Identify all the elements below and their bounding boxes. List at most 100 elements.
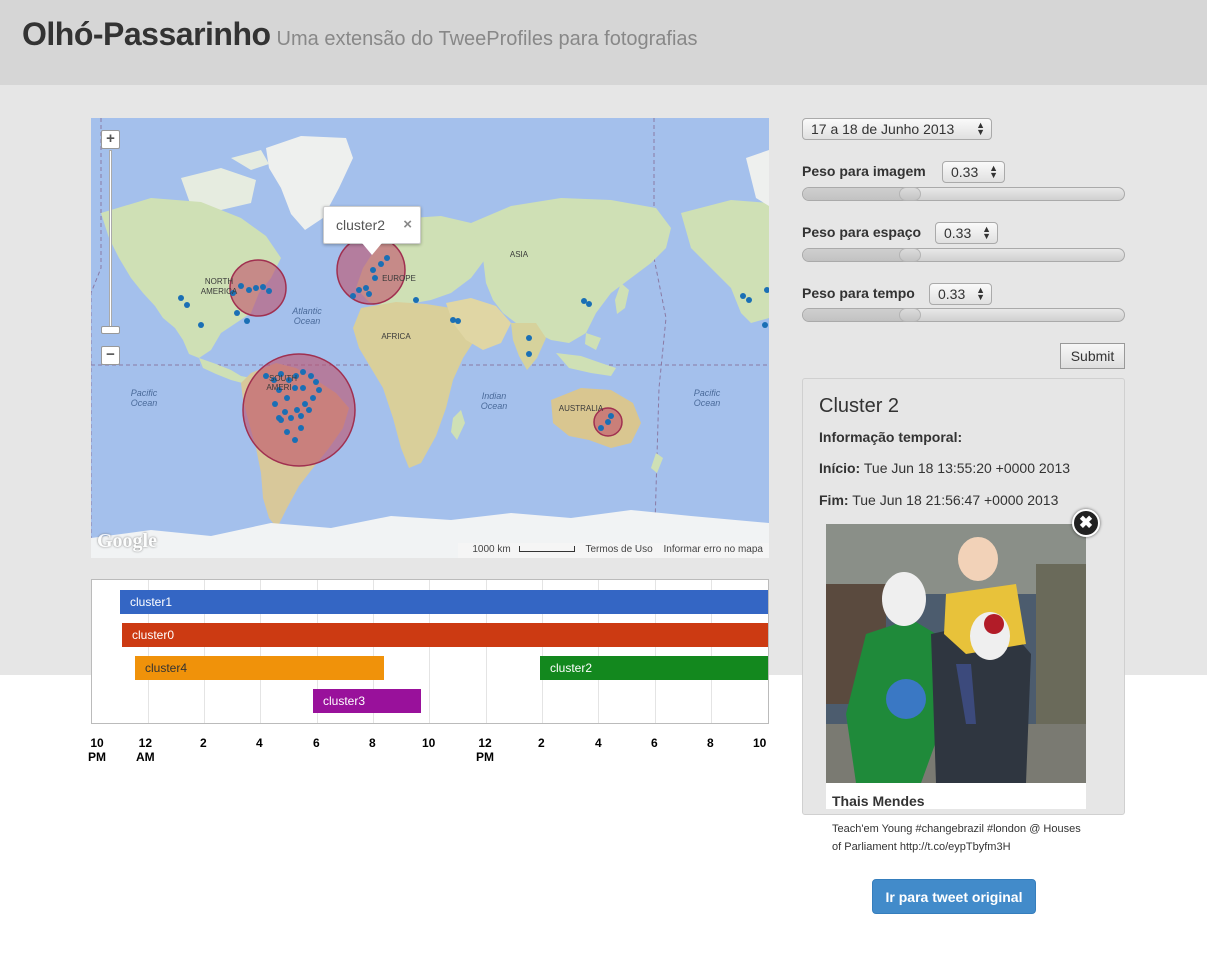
timeline-tick: 10 (753, 736, 767, 750)
label-australia: AUSTRALIA (559, 404, 604, 413)
timeline-bar-cluster1[interactable]: cluster1 (120, 590, 768, 614)
map-info-popup: cluster2 × (323, 206, 421, 255)
tweet-photo-image (826, 524, 1086, 783)
submit-button[interactable]: Submit (1060, 343, 1125, 369)
label-pacific-left-2: Ocean (131, 398, 158, 408)
popup-label: cluster2 (336, 217, 386, 233)
label-pacific-left-1: Pacific (131, 388, 158, 398)
select-arrows-icon: ▲ ▼ (976, 120, 985, 137)
app-subtitle: Uma extensão do TweeProfiles para fotogr… (276, 28, 698, 50)
land-central-america (199, 358, 251, 384)
open-original-tweet-button[interactable]: Ir para tweet original (872, 879, 1036, 914)
select-arrows-icon: ▲ ▼ (989, 163, 998, 180)
land-arctic-islands (181, 150, 269, 210)
timeline-tick: 6 (651, 736, 658, 750)
timeline-tick: 2 (200, 736, 207, 750)
zoom-slider-track[interactable] (109, 150, 112, 330)
timeline-tick: 12 PM (476, 736, 494, 764)
timeline-tick: 6 (313, 736, 320, 750)
label-atlantic-1: Atlantic (291, 306, 322, 316)
cluster-start-row: Início: Tue Jun 18 13:55:20 +0000 2013 (819, 460, 1070, 476)
timeline-tick: 10 PM (88, 736, 106, 764)
label-south-america-2: AMERI (266, 383, 291, 392)
zoom-slider-thumb[interactable] (101, 326, 120, 334)
slider-thumb[interactable] (899, 248, 921, 262)
zoom-control: + − (101, 130, 121, 370)
map-scale-label: 1000 km (472, 544, 511, 555)
google-logo: Google (97, 530, 157, 552)
label-asia: ASIA (510, 250, 529, 259)
timeline-tick: 12 AM (136, 736, 155, 764)
popup-close-icon[interactable]: × (403, 216, 412, 233)
label-europe: EUROPE (382, 274, 416, 283)
weight-space-label: Peso para espaço (802, 224, 922, 240)
land-north-america-wrap (681, 200, 769, 323)
map-scale-bar (518, 546, 575, 553)
world-map[interactable]: NORTH AMERICA Atlantic Ocean EUROPE ASIA… (91, 118, 769, 558)
timeline-bar-cluster4[interactable]: cluster4 (135, 656, 384, 680)
label-indian-2: Ocean (481, 401, 508, 411)
map-report-link[interactable]: Informar erro no mapa (664, 544, 764, 555)
cluster-end-row: Fim: Tue Jun 18 21:56:47 +0000 2013 (819, 492, 1058, 508)
timeline-bar-cluster0[interactable]: cluster0 (122, 623, 768, 647)
slider-fill (803, 188, 910, 200)
weight-image-label: Peso para imagem (802, 163, 926, 179)
slider-fill (803, 309, 910, 321)
weight-space-value: 0.33 (944, 225, 972, 241)
slider-fill (803, 249, 910, 261)
select-arrows-icon: ▲ ▼ (982, 224, 991, 241)
land-greenland-wrap (746, 150, 769, 206)
label-south-america-1: SOUTH (269, 374, 297, 383)
weight-space-select[interactable]: 0.33 ▲ ▼ (935, 222, 998, 244)
label-indian-1: Indian (482, 391, 507, 401)
map-canvas: NORTH AMERICA Atlantic Ocean EUROPE ASIA… (91, 118, 769, 558)
land-madagascar (451, 410, 465, 440)
timeline-tick: 4 (595, 736, 602, 750)
zoom-in-button[interactable]: + (101, 130, 120, 149)
zoom-out-button[interactable]: − (101, 346, 120, 365)
end-label: Fim: (819, 492, 849, 508)
weight-time-label: Peso para tempo (802, 285, 915, 301)
temporal-heading: Informação temporal: (819, 429, 963, 445)
slider-thumb[interactable] (899, 308, 921, 322)
map-terms-link[interactable]: Termos de Uso (585, 544, 652, 555)
label-north-america-1: NORTH (205, 277, 234, 286)
tweet-text: Teach'em Young #changebrazil #london @ H… (832, 823, 1081, 853)
cluster-title: Cluster 2 (819, 395, 900, 417)
weight-image-slider[interactable] (802, 187, 1125, 201)
date-range-select[interactable]: 17 a 18 de Junho 2013 ▲ ▼ (802, 118, 992, 140)
weight-image-select[interactable]: 0.33 ▲ ▼ (942, 161, 1005, 183)
timeline-tick: 10 (422, 736, 436, 750)
page-title: Olhó-Passarinho Uma extensão do TweeProfi… (22, 16, 698, 53)
timeline-tick: 8 (369, 736, 376, 750)
weight-time-slider[interactable] (802, 308, 1125, 322)
land-new-zealand (651, 453, 663, 473)
weight-time-value: 0.33 (938, 286, 966, 302)
select-arrows-icon: ▲ ▼ (976, 285, 985, 302)
weight-image-value: 0.33 (951, 164, 979, 180)
tweet-author: Thais Mendes (826, 783, 1086, 809)
label-africa: AFRICA (381, 332, 411, 341)
label-atlantic-2: Ocean (294, 316, 321, 326)
date-range-value: 17 a 18 de Junho 2013 (811, 121, 955, 137)
start-value: Tue Jun 18 13:55:20 +0000 2013 (863, 460, 1071, 476)
timeline-tick: 4 (256, 736, 263, 750)
label-north-america-2: AMERICA (201, 287, 238, 296)
weight-time-select[interactable]: 0.33 ▲ ▼ (929, 283, 992, 305)
app-title: Olhó-Passarinho (22, 16, 271, 52)
slider-thumb[interactable] (899, 187, 921, 201)
weight-space-slider[interactable] (802, 248, 1125, 262)
tweet-photo[interactable] (826, 524, 1086, 783)
end-value: Tue Jun 18 21:56:47 +0000 2013 (852, 492, 1059, 508)
label-pacific-right-1: Pacific (694, 388, 721, 398)
close-icon[interactable]: ✖ (1072, 509, 1100, 537)
timeline-tick: 8 (707, 736, 714, 750)
timeline-bar-cluster3[interactable]: cluster3 (313, 689, 421, 713)
timeline-bar-cluster2[interactable]: cluster2 (540, 656, 768, 680)
page-header: Olhó-Passarinho Uma extensão do TweeProfi… (0, 0, 1207, 85)
start-label: Início: (819, 460, 861, 476)
label-pacific-right-2: Ocean (694, 398, 721, 408)
timeline-tick: 2 (538, 736, 545, 750)
map-footer: 1000 km Termos de Uso Informar erro no m… (458, 543, 769, 558)
cluster-timeline: cluster1 cluster0 cluster4 cluster2 clus… (91, 579, 769, 724)
